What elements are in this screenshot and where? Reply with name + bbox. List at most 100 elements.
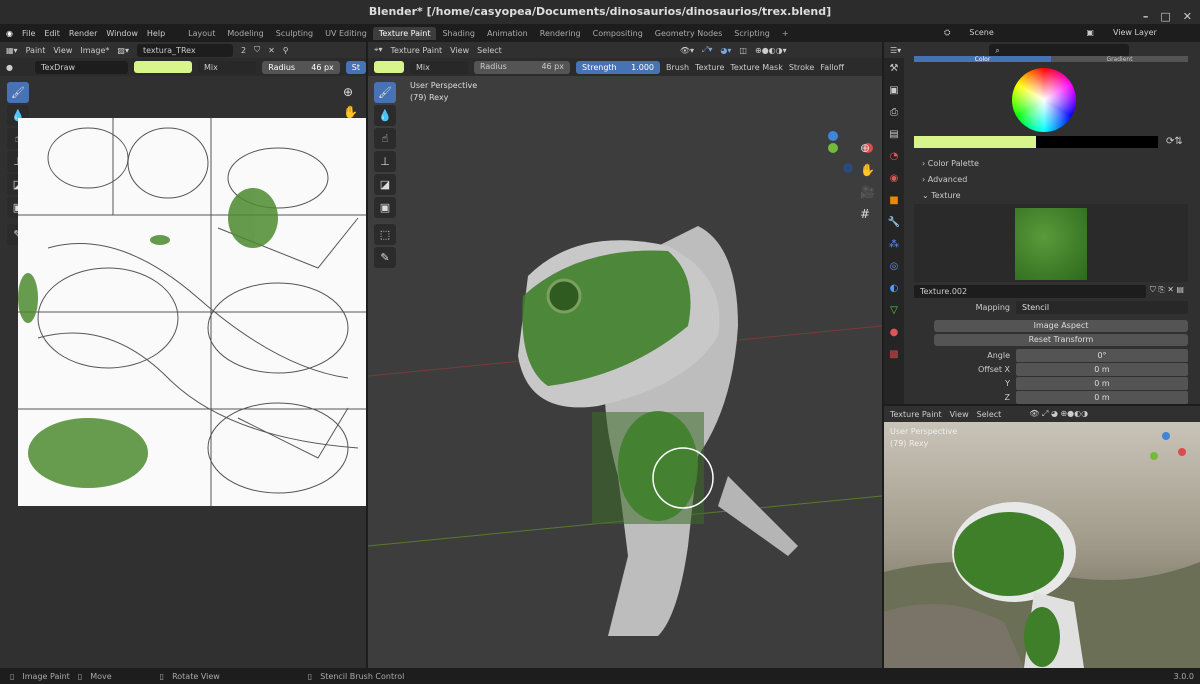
blend-dropdown[interactable]: Mix [197, 60, 257, 74]
offset-x-field[interactable]: 0 m [1016, 362, 1188, 376]
output-tab-icon[interactable]: ⎙ [887, 106, 901, 120]
radius-field[interactable]: Radius 46 px [262, 60, 340, 74]
tool-tab-icon[interactable]: ⚒ [887, 62, 901, 76]
menu-window[interactable]: Window [106, 29, 138, 38]
texture-tab-icon[interactable]: ▩ [887, 348, 901, 362]
texture-actions-icons[interactable]: ⛉ ⎘ ✕ ▤ [1146, 285, 1188, 297]
view-menu[interactable]: View [450, 46, 469, 55]
tab-texture-paint[interactable]: Texture Paint [372, 26, 437, 40]
color-value-bar[interactable] [914, 136, 1158, 148]
tab-shading[interactable]: Shading [436, 27, 481, 40]
angle-field[interactable]: 0° [1016, 348, 1188, 362]
view-layer-selector[interactable]: View Layer [1106, 26, 1197, 39]
editor-type-icon[interactable]: ☰▾ [890, 46, 901, 55]
preview-canvas[interactable]: User Perspective (79) Rexy [884, 422, 1200, 668]
constraints-tab-icon[interactable]: ◐ [887, 282, 901, 296]
grid-icon[interactable]: # [860, 203, 875, 225]
advanced-panel[interactable]: › Advanced [922, 172, 979, 188]
color-palette-panel[interactable]: › Color Palette [922, 156, 979, 172]
camera-icon[interactable]: 🎥 [860, 181, 875, 203]
pan-hand-icon[interactable]: ✋ [860, 159, 875, 181]
editor-type-icon[interactable]: ▦▾ [6, 46, 18, 55]
stroke-menu[interactable]: Stroke [789, 63, 815, 72]
select-menu[interactable]: Select [477, 46, 502, 55]
tab-animation[interactable]: Animation [481, 27, 534, 40]
menu-edit[interactable]: Edit [44, 29, 60, 38]
texture-menu[interactable]: Texture [695, 63, 724, 72]
radius-field[interactable]: Radius 46 px [474, 60, 570, 74]
tab-compositing[interactable]: Compositing [587, 27, 649, 40]
gizmo-toggle-icon[interactable]: ⤢▾ [702, 45, 712, 55]
add-workspace-button[interactable]: + [776, 27, 795, 40]
scene-selector[interactable]: Scene [963, 26, 1054, 39]
mode-dropdown[interactable]: Paint [26, 46, 46, 55]
uv-image-canvas[interactable] [18, 118, 366, 506]
color-wheel[interactable] [1012, 68, 1076, 132]
view-menu[interactable]: View [950, 410, 969, 419]
color-swatch[interactable] [134, 61, 192, 73]
zoom-icon[interactable]: ⊕ [860, 137, 875, 159]
view-layer-tab-icon[interactable]: ▤ [887, 128, 901, 142]
overlay-toggle-icon[interactable]: ◕▾ [720, 46, 731, 55]
users-count[interactable]: 2 [241, 46, 246, 55]
mode-dropdown[interactable]: Texture Paint [391, 46, 443, 55]
mode-dropdown[interactable]: Texture Paint [890, 410, 942, 419]
image-aspect-button[interactable]: Image Aspect [934, 320, 1188, 332]
image-menu[interactable]: Image* [80, 46, 109, 55]
select-menu[interactable]: Select [977, 410, 1002, 419]
blender-logo-icon[interactable]: ◉ [6, 29, 13, 38]
tab-geometry-nodes[interactable]: Geometry Nodes [649, 27, 728, 40]
reset-transform-button[interactable]: Reset Transform [934, 334, 1188, 346]
tab-color[interactable]: Color [914, 56, 1051, 62]
object-tab-icon[interactable]: ■ [887, 194, 901, 208]
image-browse-icon[interactable]: ▨▾ [117, 46, 129, 55]
texture-panel[interactable]: ⌄ Texture [922, 188, 979, 204]
strength-field[interactable]: Strength 1.000 [576, 60, 660, 74]
fake-user-icon[interactable]: ⛉ [254, 45, 260, 55]
world-tab-icon[interactable]: ◉ [887, 172, 901, 186]
data-tab-icon[interactable]: ▽ [887, 304, 901, 318]
physics-tab-icon[interactable]: ◎ [887, 260, 901, 274]
menu-file[interactable]: File [22, 29, 35, 38]
tab-scripting[interactable]: Scripting [728, 27, 776, 40]
menu-help[interactable]: Help [147, 29, 165, 38]
texture-mask-menu[interactable]: Texture Mask [730, 63, 782, 72]
tab-sculpting[interactable]: Sculpting [270, 27, 319, 40]
tab-rendering[interactable]: Rendering [534, 27, 587, 40]
mapping-dropdown[interactable]: Stencil [1016, 300, 1188, 314]
brush-menu[interactable]: Brush [666, 63, 689, 72]
tab-gradient[interactable]: Gradient [1051, 56, 1188, 62]
tab-modeling[interactable]: Modeling [221, 27, 269, 40]
particles-tab-icon[interactable]: ⁂ [887, 238, 901, 252]
color-swatch[interactable] [374, 61, 404, 73]
xray-icon[interactable]: ◫ [739, 46, 747, 55]
zoom-icon[interactable]: ⊕ [343, 82, 358, 102]
modifier-tab-icon[interactable]: 🔧 [887, 216, 901, 230]
material-tab-icon[interactable]: ● [887, 326, 901, 340]
strength-field[interactable]: St [345, 60, 366, 74]
offset-y-field[interactable]: 0 m [1016, 376, 1188, 390]
texture-name-field[interactable]: Texture.002 [914, 285, 1146, 298]
draw-tool-icon[interactable]: 🖌 [7, 82, 29, 103]
shading-modes-icon[interactable]: 👁 ⤢ ◕ ⊕●◐◑ [1029, 409, 1088, 419]
render-tab-icon[interactable]: ▣ [887, 84, 901, 98]
properties-search-input[interactable]: ⌕ [989, 43, 1130, 57]
image-name-field[interactable]: textura_TRex [137, 43, 233, 57]
visibility-icon[interactable]: 👁▾ [680, 46, 694, 55]
offset-z-field[interactable]: 0 m [1016, 390, 1188, 404]
texture-thumbnail[interactable] [1015, 208, 1087, 280]
view-menu[interactable]: View [53, 46, 72, 55]
editor-type-icon[interactable]: ⌖▾ [374, 45, 383, 55]
unlink-image-icon[interactable]: ✕ [268, 46, 275, 55]
color-swap-icons[interactable]: ⟳⇅ [1166, 136, 1183, 147]
brush-name-field[interactable]: TexDraw [35, 60, 129, 74]
tab-uv-editing[interactable]: UV Editing [319, 27, 373, 40]
tab-layout[interactable]: Layout [182, 27, 221, 40]
shading-modes-icon[interactable]: ⊕●◐◑▾ [755, 46, 787, 55]
blend-dropdown[interactable]: Mix [410, 60, 468, 74]
scene-tab-icon[interactable]: ◔ [887, 150, 901, 164]
menu-render[interactable]: Render [69, 29, 97, 38]
pin-icon[interactable]: ⚲ [283, 46, 289, 55]
falloff-menu[interactable]: Falloff [820, 63, 844, 72]
viewport-canvas[interactable] [368, 76, 882, 668]
